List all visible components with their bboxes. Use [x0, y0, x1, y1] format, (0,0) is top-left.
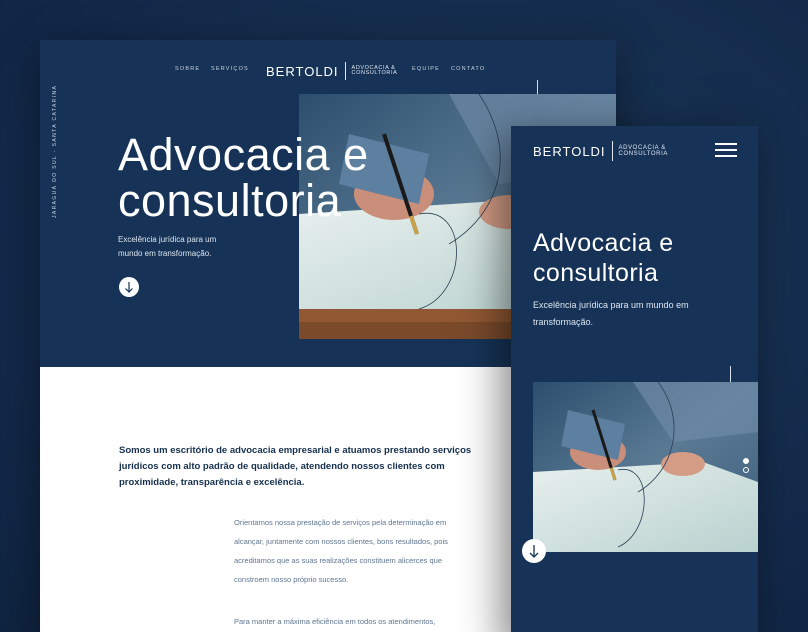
logo-tagline-line2: CONSULTORIA [351, 70, 398, 76]
carousel-dot-2[interactable] [743, 467, 749, 473]
mobile-hero-photo [533, 382, 758, 552]
mobile-scroll-down-button[interactable] [522, 539, 546, 563]
nav-link-contato[interactable]: CONTATO [451, 66, 485, 72]
hero-subtitle-line1: Excelência jurídica para um [118, 235, 217, 244]
hero-subtitle-line2: mundo em transformação. [118, 249, 212, 258]
mobile-hero-title-line1: Advocacia e [533, 229, 674, 257]
mobile-hero-title: Advocacia e consultoria [533, 228, 674, 288]
location-vertical-text: JARAGUÁ DO SUL - SANTA CATARINA [52, 84, 58, 218]
scroll-down-button[interactable] [119, 277, 139, 297]
nav-link-servicos[interactable]: SERVIÇOS [211, 66, 249, 72]
hero-title-line1: Advocacia e [118, 129, 369, 180]
hero-title-line2: consultoria [118, 175, 342, 226]
mobile-hero-subtitle: Excelência jurídica para um mundo em tra… [533, 300, 689, 327]
carousel-dot-1[interactable] [743, 458, 749, 464]
logo-divider [611, 141, 613, 161]
carousel-dots [743, 458, 749, 476]
hero-title: Advocacia e consultoria [118, 132, 369, 224]
mobile-hero-title-line2: consultoria [533, 259, 659, 287]
logo-divider [344, 62, 346, 80]
logo-wordmark: BERTOLDI [266, 63, 339, 79]
about-lead-text: Somos um escritório de advocacia empresa… [119, 445, 472, 488]
mobile-mockup: BERTOLDI ADVOCACIA & CONSULTORIA Advocac… [511, 126, 758, 632]
desktop-logo[interactable]: BERTOLDI ADVOCACIA & CONSULTORIA [266, 62, 397, 80]
arrow-down-icon [529, 545, 539, 558]
logo-wordmark: BERTOLDI [533, 143, 606, 159]
nav-link-equipe[interactable]: EQUIPE [412, 66, 440, 72]
mobile-hero-image [533, 382, 758, 552]
mobile-logo[interactable]: BERTOLDI ADVOCACIA & CONSULTORIA [533, 141, 668, 161]
about-paragraph-2: Para manter a máxima eficiência em todos… [234, 617, 436, 626]
hamburger-menu-icon[interactable] [715, 143, 737, 157]
logo-tagline: ADVOCACIA & CONSULTORIA [351, 65, 398, 77]
arrow-down-icon [125, 282, 133, 293]
logo-tagline: ADVOCACIA & CONSULTORIA [619, 145, 668, 157]
nav-link-sobre[interactable]: SOBRE [175, 66, 200, 72]
hero-subtitle: Excelência jurídica para um mundo em tra… [118, 233, 248, 261]
logo-tagline-line2: CONSULTORIA [618, 151, 668, 157]
about-paragraph-1: Orientamos nossa prestação de serviços p… [234, 518, 448, 584]
